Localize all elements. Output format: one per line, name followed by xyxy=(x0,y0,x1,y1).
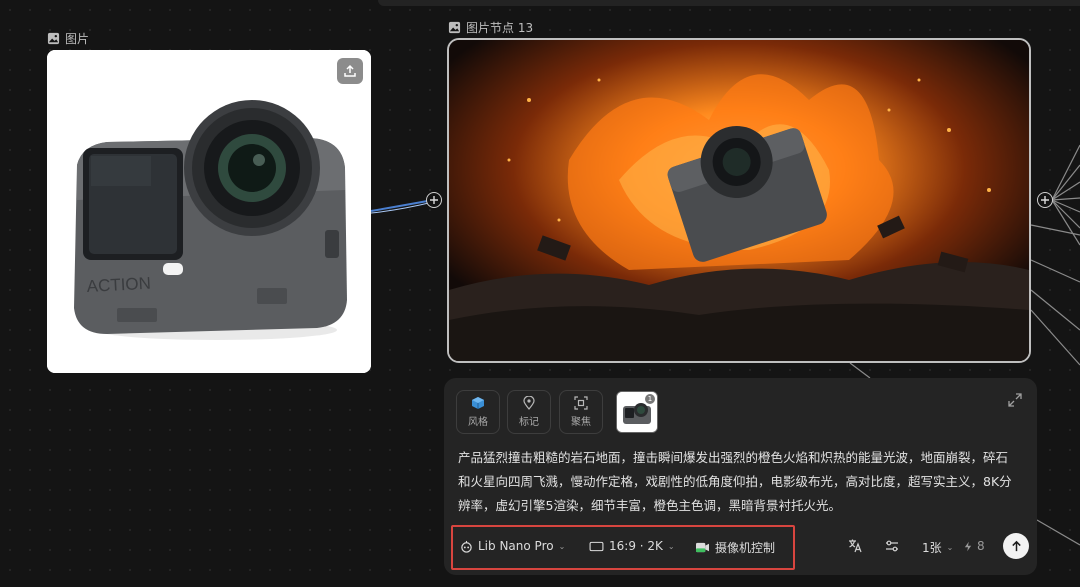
count-label: 1张 xyxy=(922,541,942,555)
svg-text:ACTION: ACTION xyxy=(86,274,151,296)
camera-icon xyxy=(696,542,709,553)
chevron-down-icon: ⌄ xyxy=(946,543,954,552)
mark-label: 标记 xyxy=(519,417,539,428)
ratio-select[interactable]: 16:9 · 2K ⌄ xyxy=(589,539,675,553)
generation-panel: 风格 标记 聚焦 1 产品猛烈撞击粗糙的岩石地面，撞击瞬间爆发出强烈的橙色火焰和… xyxy=(444,378,1037,575)
image-node-title: 图片 xyxy=(47,30,89,47)
model-select[interactable]: Lib Nano Pro ⌄ xyxy=(460,539,565,553)
model-label: Lib Nano Pro xyxy=(478,539,554,553)
translate-icon[interactable] xyxy=(847,538,863,554)
generated-image-card[interactable] xyxy=(447,38,1031,363)
plus-icon xyxy=(430,196,438,204)
cube-icon xyxy=(472,397,484,409)
credits-value: 8 xyxy=(977,539,985,553)
source-image-card[interactable]: ACTION xyxy=(47,50,371,373)
ratio-label: 16:9 · 2K xyxy=(609,539,663,553)
chevron-down-icon: ⌄ xyxy=(667,541,675,551)
focus-icon xyxy=(574,396,588,410)
generated-node-label: 图片节点 13 xyxy=(466,21,534,35)
style-label: 风格 xyxy=(468,417,488,428)
image-icon xyxy=(448,21,461,34)
count-select[interactable]: 1张 ⌄ xyxy=(922,539,953,556)
send-button[interactable] xyxy=(1003,533,1029,559)
generated-node-title: 图片节点 13 xyxy=(448,19,533,36)
robot-icon xyxy=(461,540,472,553)
lightning-icon xyxy=(964,541,972,551)
connect-output-handle[interactable] xyxy=(1037,192,1053,208)
focus-button[interactable]: 聚焦 xyxy=(559,390,603,434)
chevron-down-icon: ⌄ xyxy=(558,541,566,551)
credits-indicator: 8 xyxy=(964,539,985,553)
prompt-text[interactable]: 产品猛烈撞击粗糙的岩石地面，撞击瞬间爆发出强烈的橙色火焰和炽热的能量光波，地面崩… xyxy=(458,446,1020,518)
expand-icon[interactable] xyxy=(1007,392,1023,408)
connect-input-handle[interactable] xyxy=(426,192,442,208)
aspect-ratio-icon xyxy=(589,541,604,551)
arrow-up-icon xyxy=(1011,540,1021,551)
reference-thumbnail[interactable]: 1 xyxy=(616,391,658,433)
action-camera-photo: ACTION xyxy=(47,50,371,373)
focus-label: 聚焦 xyxy=(571,417,591,428)
camera-control-button[interactable]: 摄像机控制 xyxy=(695,539,775,556)
upload-button[interactable] xyxy=(337,58,363,84)
settings-sliders-icon[interactable] xyxy=(884,538,900,554)
pin-icon xyxy=(523,396,535,410)
plus-icon xyxy=(1041,196,1049,204)
camera-control-label: 摄像机控制 xyxy=(715,541,776,555)
reference-count-badge: 1 xyxy=(645,394,655,404)
mark-button[interactable]: 标记 xyxy=(507,390,551,434)
upload-icon xyxy=(344,64,356,77)
explosion-photo xyxy=(449,40,1029,361)
image-icon xyxy=(47,32,60,45)
image-node-label: 图片 xyxy=(65,32,90,46)
style-button[interactable]: 风格 xyxy=(456,390,500,434)
